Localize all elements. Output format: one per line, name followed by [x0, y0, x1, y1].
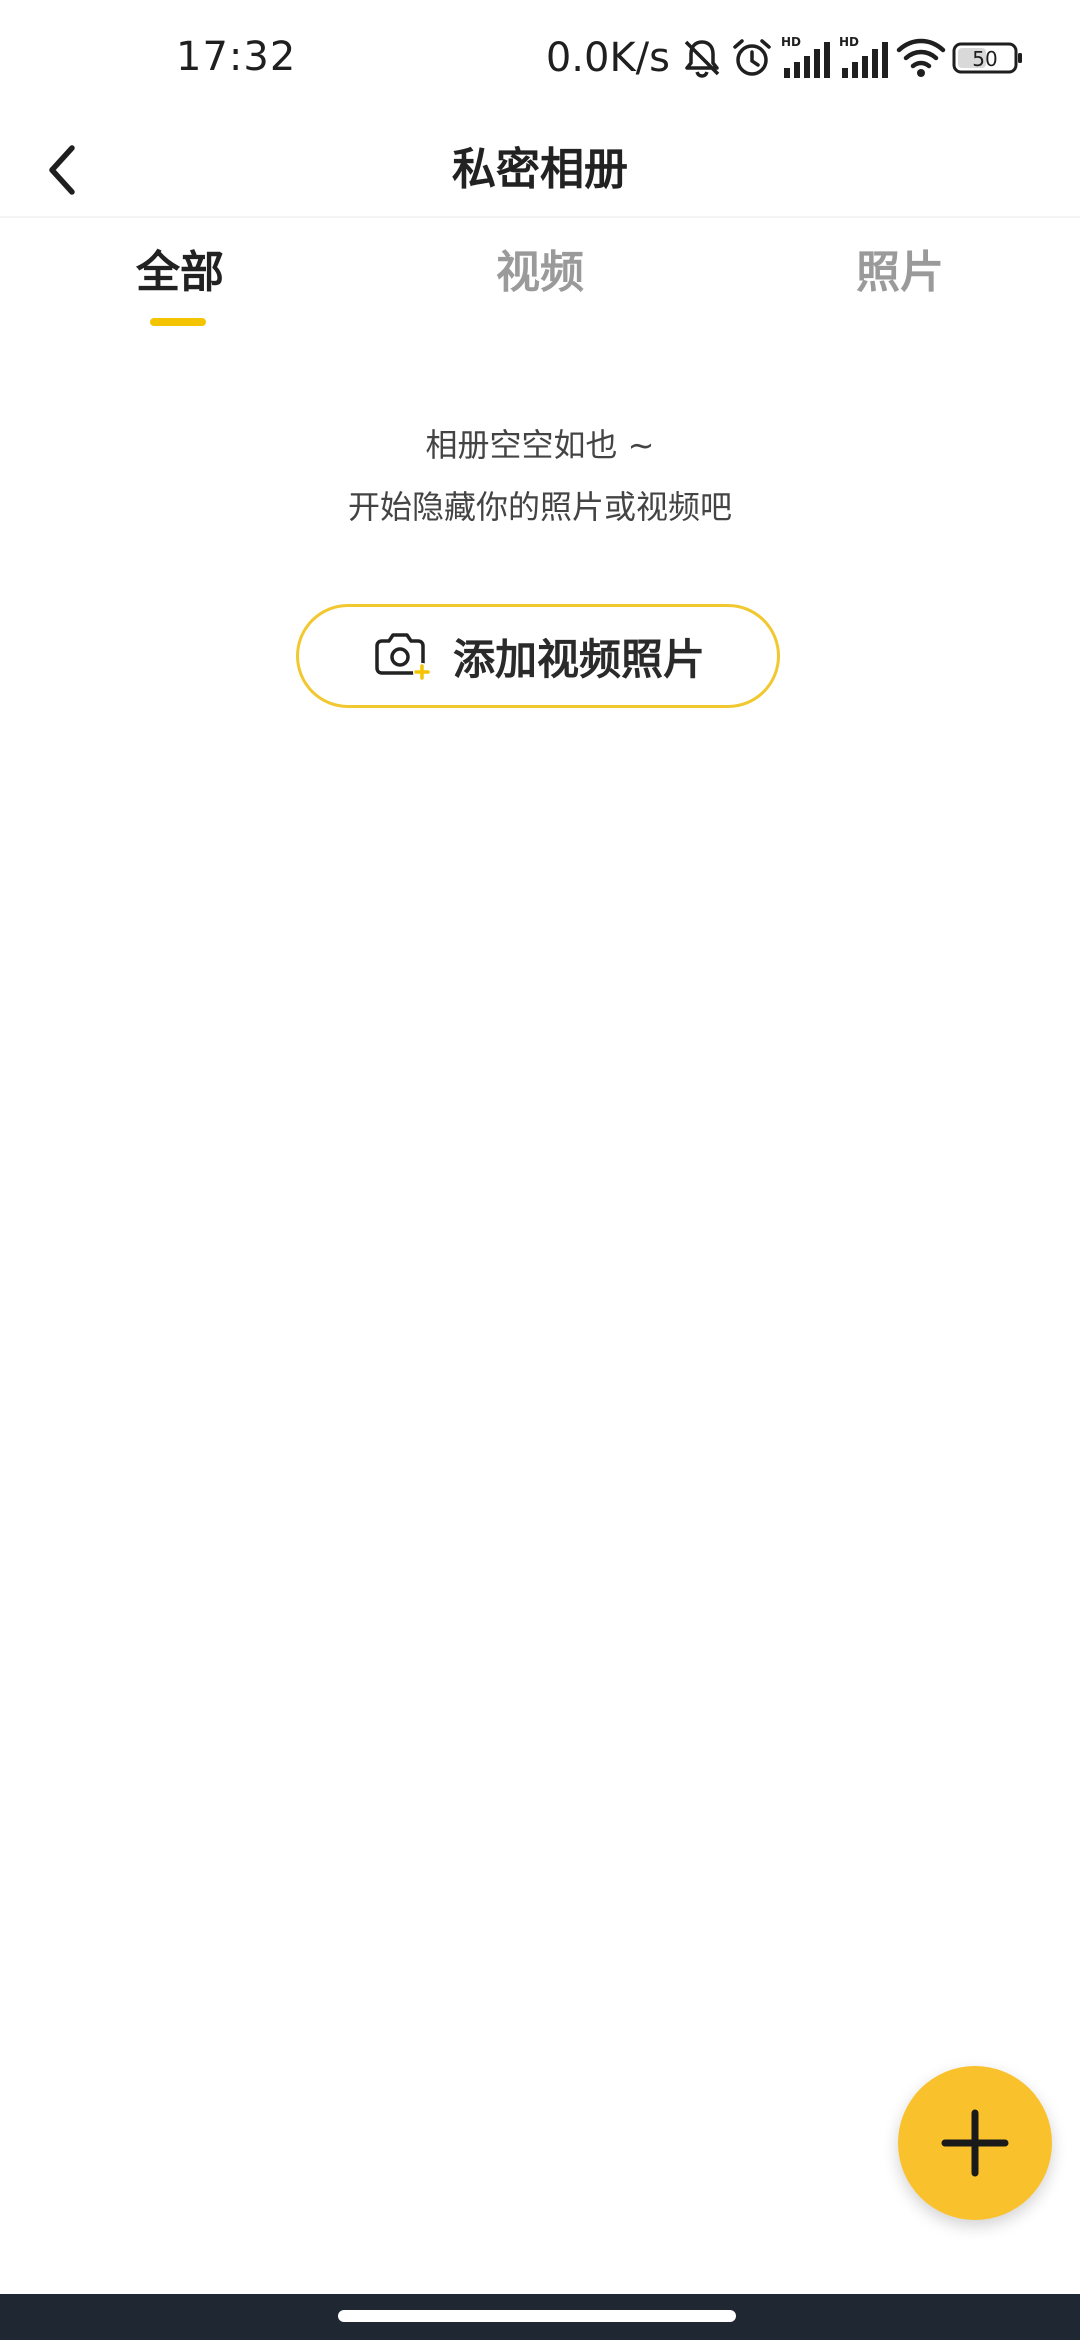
tab-all[interactable]: 全部	[60, 230, 300, 330]
system-navigation-bar	[0, 2294, 1080, 2340]
network-speed: 0.0K/s	[545, 35, 670, 81]
signal-hd-label: HD	[839, 35, 859, 49]
alarm-icon	[733, 39, 771, 76]
signal-icon: HD	[781, 35, 830, 78]
status-bar: 17:32 0.0K/s HD HD 50	[0, 0, 1080, 120]
plus-icon	[941, 2109, 1009, 2177]
status-icons: 0.0K/s HD HD 50	[546, 30, 1024, 86]
add-video-photo-button[interactable]: 添加视频照片	[296, 604, 780, 708]
signal-hd-label: HD	[781, 35, 801, 49]
battery-icon: 50	[952, 42, 1022, 74]
top-app-bar: 私密相册	[0, 120, 1080, 220]
camera-add-icon	[375, 633, 431, 681]
mute-bell-icon	[684, 40, 720, 78]
tab-videos[interactable]: 视频	[420, 230, 660, 330]
empty-state-subtitle: 开始隐藏你的照片或视频吧	[347, 488, 732, 526]
tab-bar: 全部 视频 照片	[0, 230, 1080, 340]
battery-level: 50	[972, 47, 997, 71]
add-fab-button[interactable]	[898, 2066, 1052, 2220]
tab-photos[interactable]: 照片	[780, 230, 1020, 330]
signal-icon: HD	[839, 35, 888, 78]
active-tab-indicator	[150, 318, 206, 326]
add-video-photo-label: 添加视频照片	[452, 634, 705, 684]
home-indicator[interactable]	[338, 2310, 736, 2322]
empty-state-title: 相册空空如也 ~	[425, 426, 655, 464]
status-time: 17:32	[176, 34, 297, 80]
page-title: 私密相册	[452, 144, 628, 195]
wifi-icon	[896, 38, 946, 77]
header-divider	[0, 216, 1080, 218]
